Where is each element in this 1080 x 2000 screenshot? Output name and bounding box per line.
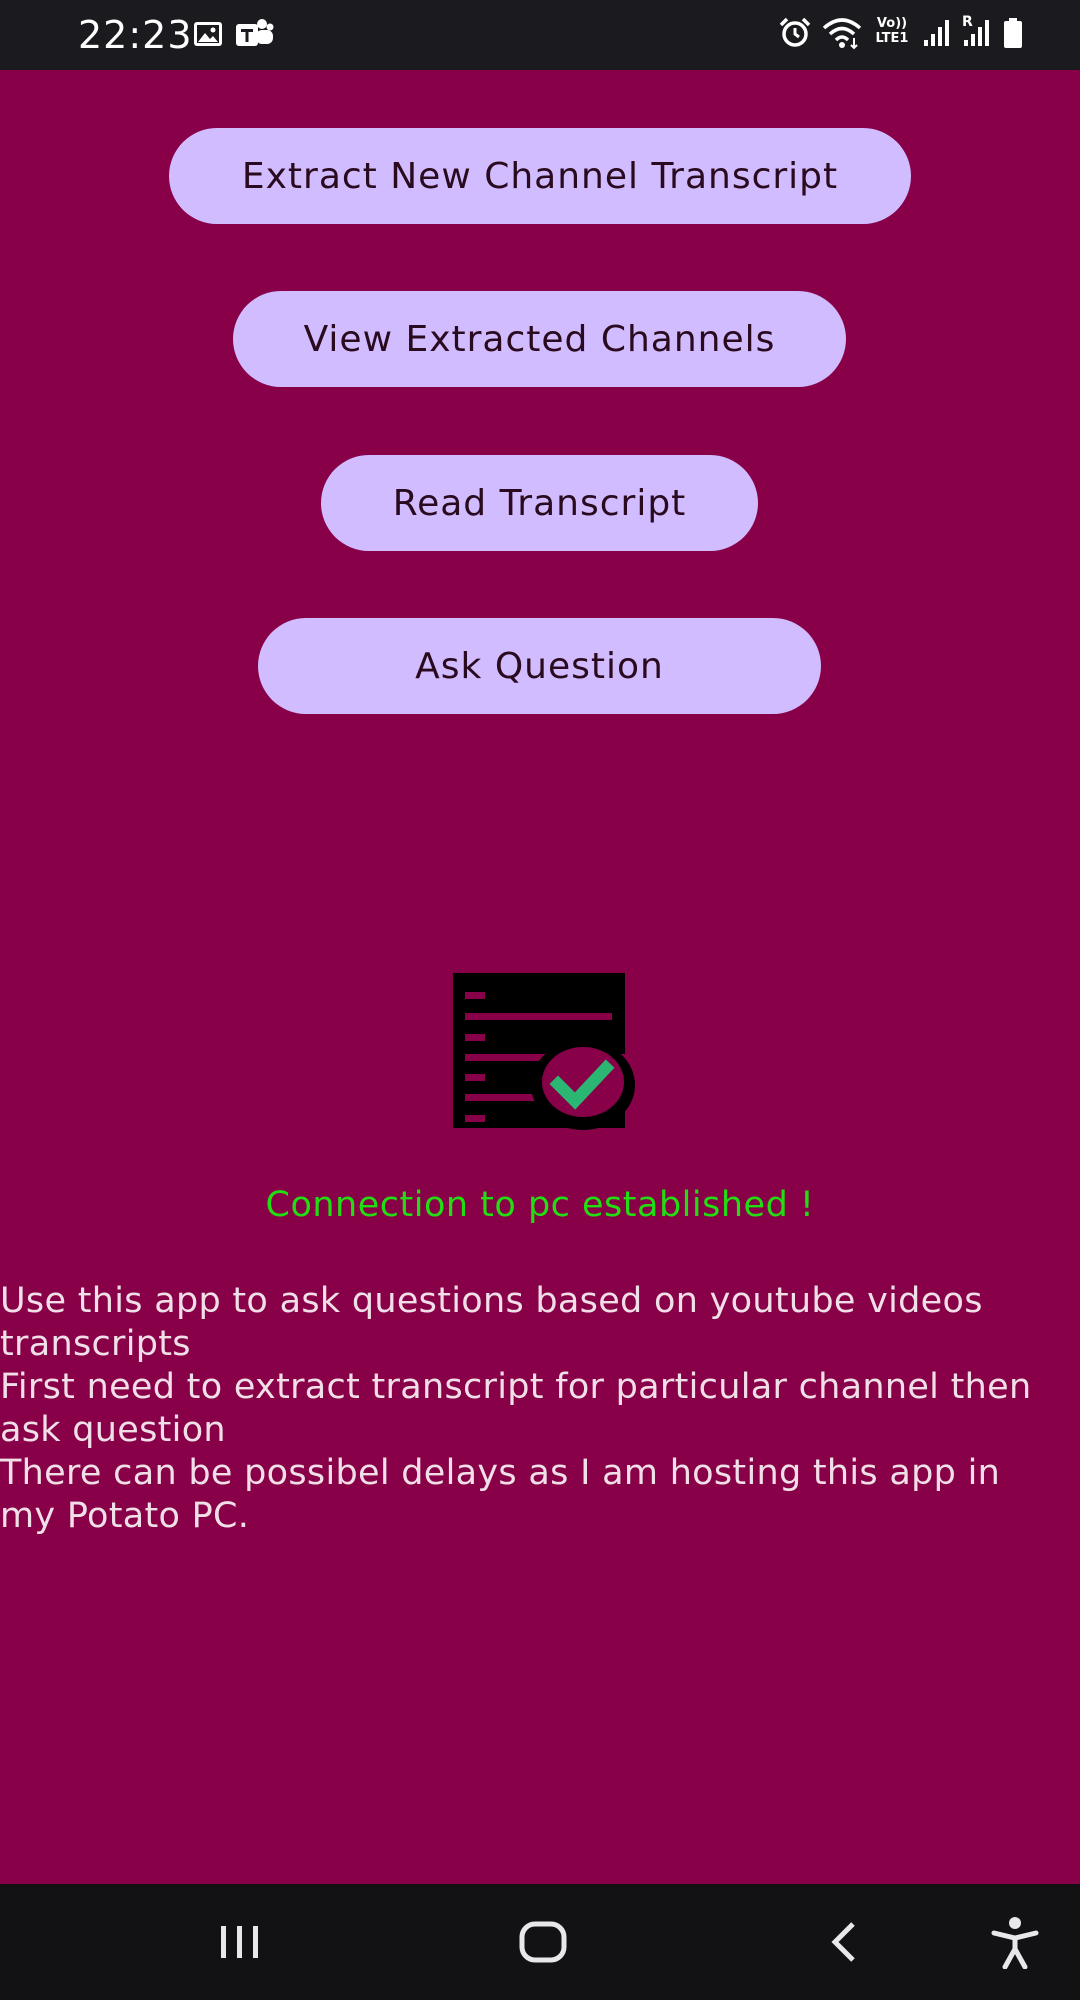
signal-roaming-icon: R xyxy=(962,14,992,48)
gallery-icon xyxy=(194,22,222,46)
volte-icon: Vo)) LTE1 xyxy=(872,16,912,50)
notification-icons xyxy=(192,18,274,50)
app-description: Use this app to ask questions based on y… xyxy=(0,1280,1060,1538)
battery-icon xyxy=(1004,18,1022,48)
read-transcript-button[interactable]: Read Transcript xyxy=(321,455,758,551)
extract-transcript-button[interactable]: Extract New Channel Transcript xyxy=(169,128,911,224)
ask-question-button[interactable]: Ask Question xyxy=(258,618,821,714)
home-icon xyxy=(519,1921,567,1963)
status-time: 22:23 xyxy=(78,13,193,57)
view-channels-button[interactable]: View Extracted Channels xyxy=(233,291,846,387)
connection-status-text: Connection to pc established ! xyxy=(265,1185,815,1225)
wifi-icon xyxy=(822,18,862,50)
description-line: There can be possibel delays as I am hos… xyxy=(0,1453,1001,1536)
recents-button[interactable] xyxy=(200,1884,280,2000)
app-screen: 22:23 Vo)) LTE1 R Extract New Channel Tr… xyxy=(0,0,1080,2000)
description-line: First need to extract transcript for par… xyxy=(0,1367,1032,1450)
alarm-icon xyxy=(779,17,811,47)
recents-icon xyxy=(221,1926,258,1958)
home-button[interactable] xyxy=(500,1884,586,2000)
system-icons: Vo)) LTE1 R xyxy=(778,14,1024,50)
description-line: Use this app to ask questions based on y… xyxy=(0,1281,983,1364)
status-bar: 22:23 Vo)) LTE1 R xyxy=(0,0,1080,70)
back-icon xyxy=(831,1922,855,1962)
volte-label-bottom: LTE1 xyxy=(875,31,909,46)
navigation-bar xyxy=(0,1884,1080,2000)
accessibility-icon xyxy=(991,1917,1039,1969)
signal-icon xyxy=(924,20,949,46)
volte-label-top: Vo)) xyxy=(876,16,908,31)
server-check-icon xyxy=(453,973,635,1130)
accessibility-button[interactable] xyxy=(975,1884,1055,2000)
back-button[interactable] xyxy=(805,1884,885,2000)
teams-icon xyxy=(236,19,274,46)
